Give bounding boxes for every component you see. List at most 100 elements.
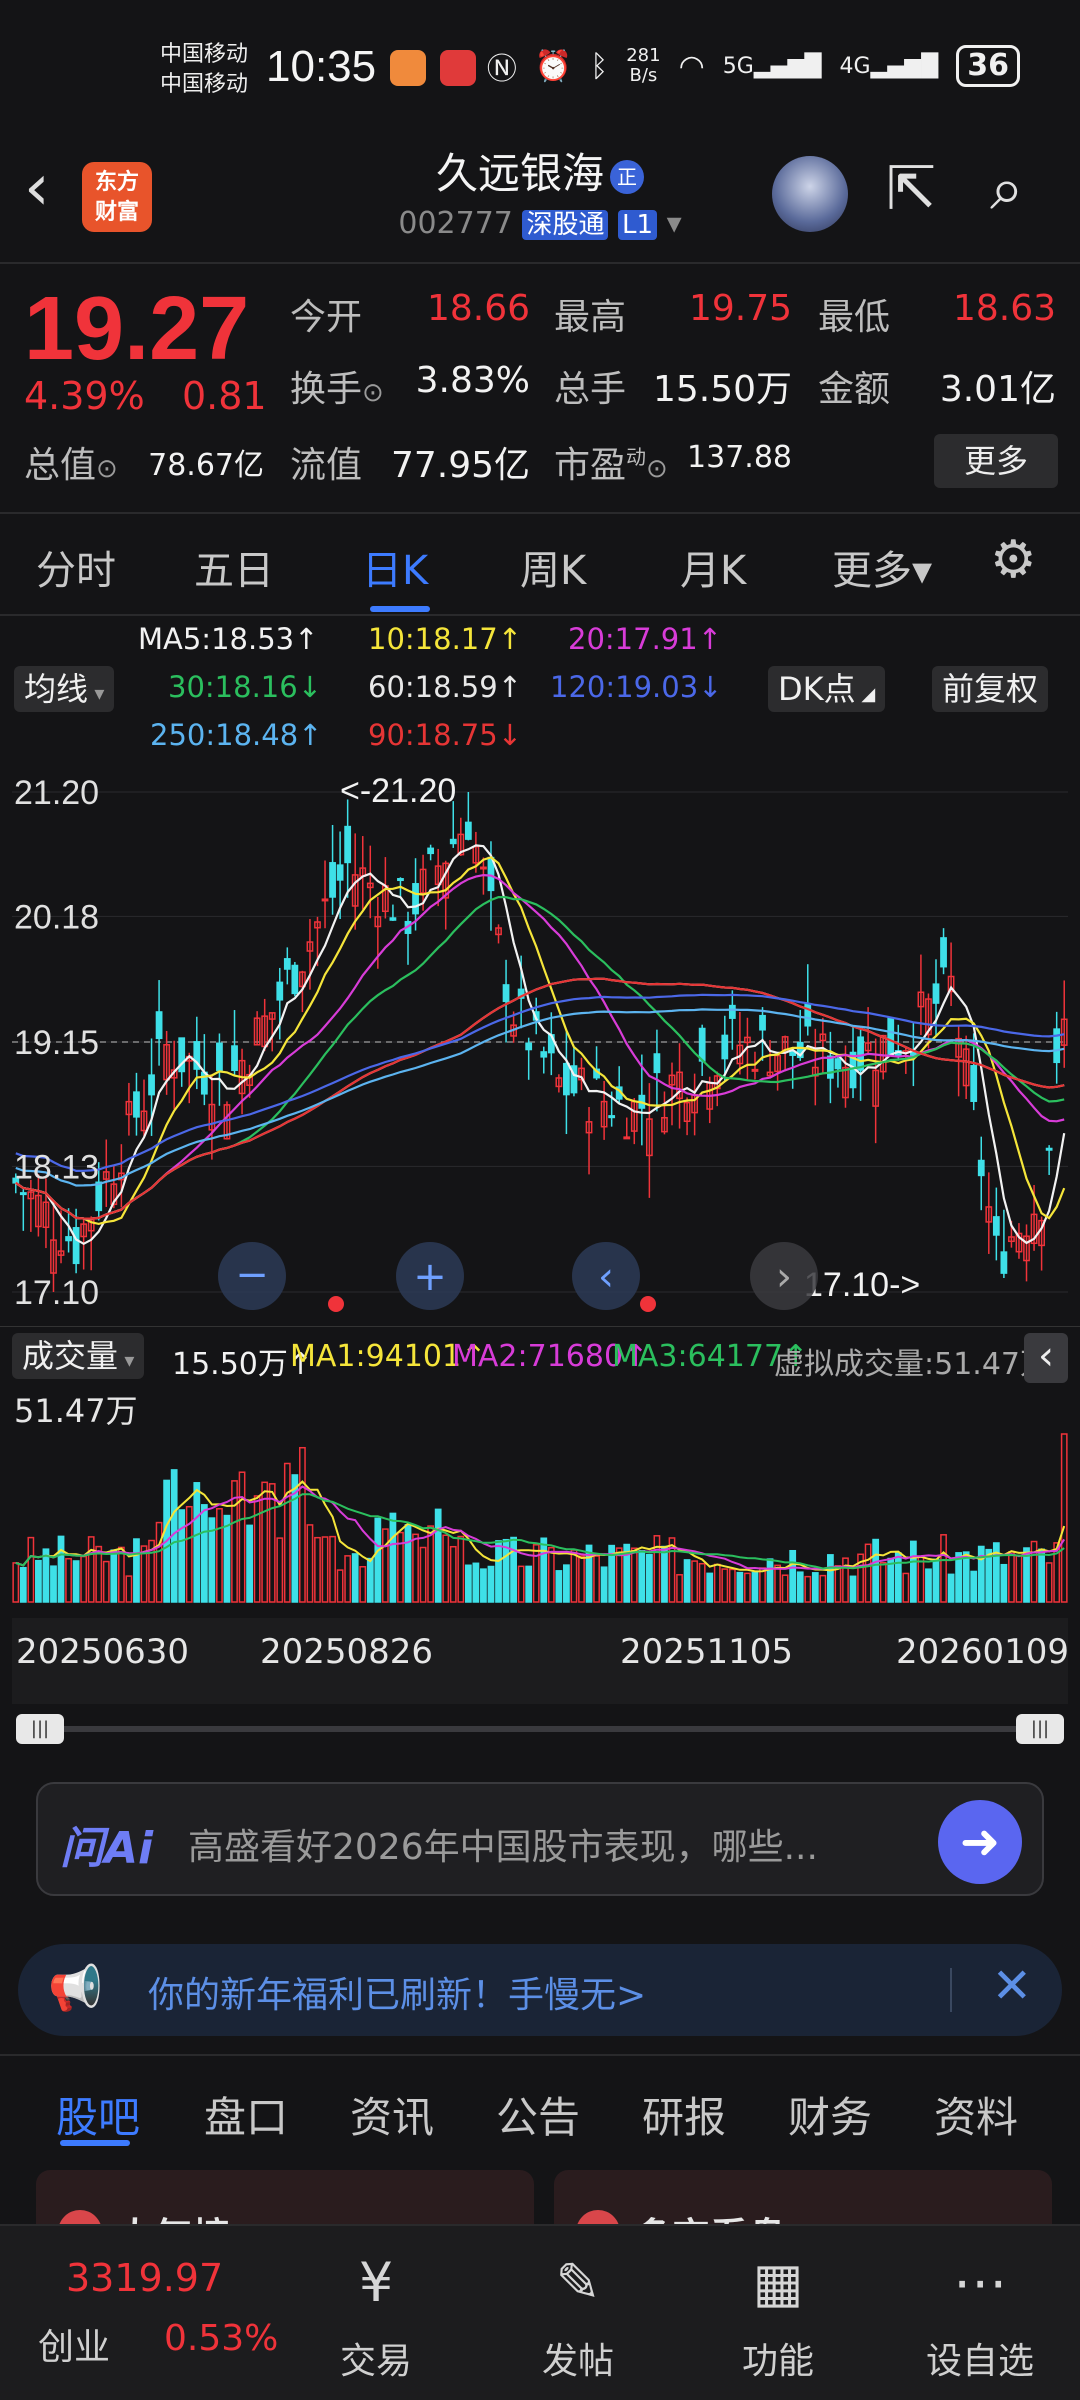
amount-label: 金额 — [818, 369, 891, 410]
candle-body — [751, 1068, 759, 1072]
open-label: 今开 — [290, 297, 363, 338]
collapse-panel-button[interactable]: ‹ — [1024, 1333, 1068, 1383]
tab-weekly-k[interactable]: 周K — [520, 538, 586, 596]
candle-body — [857, 1036, 864, 1071]
index-value[interactable]: 3319.97 — [66, 2256, 223, 2300]
close-icon[interactable]: ✕ — [992, 1958, 1032, 2014]
index-change[interactable]: 0.53% — [164, 2318, 278, 2359]
volume-bar — [125, 1575, 133, 1603]
volume-select[interactable]: 成交量 ▾ — [12, 1333, 145, 1379]
volume-bar — [276, 1537, 284, 1603]
index-name[interactable]: 创业 — [38, 2318, 110, 2370]
pe-label: 市盈动⊙ — [554, 445, 668, 486]
promo-banner[interactable]: 📢 你的新年福利已刷新！手慢无> ✕ — [18, 1944, 1062, 2036]
status-bar: 中国移动 中国移动 10:35 Ⓝ ⏰ ᛒ 281 B/s ◠ 5G▂▄▆█ 4G… — [0, 0, 1080, 140]
ai-prompt-text[interactable]: 高盛看好2026年中国股市表现，哪些... — [188, 1818, 818, 1870]
market-tag: 深股通 — [522, 210, 609, 240]
share-icon[interactable]: ⇱ — [886, 154, 936, 224]
volume-bar — [917, 1556, 925, 1603]
nav-functions[interactable]: ▦ 功能 — [708, 2248, 848, 2384]
volume-bar — [600, 1566, 608, 1603]
volume-bar — [902, 1572, 910, 1603]
tab-intraday[interactable]: 分时 — [36, 538, 116, 596]
ai-ask-box[interactable]: 问Ai 高盛看好2026年中国股市表现，哪些... ➜ — [36, 1782, 1044, 1896]
date-label: 20250630 — [16, 1632, 190, 1672]
popularity-card[interactable]: 人气榜 — [36, 2170, 534, 2230]
wifi-icon: ◠ — [678, 48, 705, 84]
tab-five-day[interactable]: 五日 — [194, 538, 274, 596]
settings-gear-icon[interactable]: ⚙ — [990, 530, 1037, 590]
nav-trade[interactable]: ¥ 交易 — [306, 2248, 446, 2384]
candle-body — [977, 1159, 985, 1177]
dk-point-toggle[interactable]: DK点 ◢ — [768, 666, 886, 712]
volume-bar — [359, 1565, 367, 1603]
volume-bar — [110, 1549, 118, 1603]
current-price: 19.27 — [24, 279, 250, 379]
battery-icon: 36 — [956, 45, 1020, 87]
period-tabs: 分时 五日 日K 周K 月K 更多▾ ⚙ — [0, 512, 1080, 616]
nav-add-watchlist[interactable]: ⋯ 设自选 — [910, 2248, 1050, 2384]
bull-bear-card[interactable]: 多空看盘 — [554, 2170, 1052, 2230]
candle-body — [344, 825, 352, 864]
volume-bar — [117, 1546, 125, 1603]
volume-bar — [962, 1551, 970, 1603]
chevron-right-icon: › — [776, 1254, 792, 1300]
volume-bar — [834, 1565, 842, 1603]
volume-bar — [472, 1562, 480, 1603]
tab-finance[interactable]: 财务 — [788, 2084, 872, 2145]
info-icon: ⊙ — [646, 454, 668, 484]
amount-value: 3.01亿 — [939, 369, 1056, 410]
volume-label: 总手 — [554, 369, 627, 410]
active-tab-underline — [370, 606, 430, 612]
nav-post[interactable]: ✎ 发帖 — [508, 2248, 648, 2384]
nav-label: 交易 — [339, 2341, 412, 2382]
volume-indicator-bar: 成交量 ▾ 15.50万↑ MA1:94101↑ MA2:71680↑ MA3:… — [0, 1326, 1080, 1388]
tab-orderbook[interactable]: 盘口 — [204, 2084, 288, 2145]
more-button[interactable]: 更多 — [934, 434, 1058, 488]
volume-bar — [547, 1546, 555, 1603]
volume-bar — [306, 1524, 314, 1603]
scroller-left-handle[interactable]: ||| — [16, 1714, 64, 1744]
high-label: 最高 — [554, 297, 627, 338]
ma30-value: 30:18.16↓ — [168, 670, 322, 704]
candlestick-chart[interactable]: 21.20 20.18 19.15 18.13 17.10 <-21.20 17.10-… — [12, 762, 1068, 1322]
megaphone-icon: 📢 — [48, 1963, 103, 2014]
tab-news[interactable]: 资讯 — [350, 2084, 434, 2145]
tab-guba[interactable]: 股吧 — [56, 2084, 140, 2145]
volume-bar — [442, 1534, 450, 1603]
nfc-icon: Ⓝ — [486, 52, 517, 87]
volume-bar — [502, 1538, 510, 1603]
search-icon[interactable]: ⌕ — [990, 154, 1024, 224]
signal-4g: 4G▂▄▆█ — [839, 53, 939, 79]
volume-chart[interactable]: 51.47万 — [12, 1388, 1068, 1618]
volume-bar — [42, 1548, 50, 1603]
avg-line-select[interactable]: 均线 ▾ — [14, 666, 115, 712]
bottom-nav: 3319.97 创业 0.53% ¥ 交易 ✎ 发帖 ▦ 功能 ⋯ 设自选 — [0, 2224, 1080, 2400]
tab-more[interactable]: 更多▾ — [832, 538, 932, 596]
ai-send-button[interactable]: ➜ — [938, 1800, 1022, 1884]
volume-bar — [1000, 1563, 1008, 1603]
assistant-robot-icon[interactable] — [772, 156, 848, 232]
volume-bar — [35, 1559, 42, 1603]
volume-bar — [246, 1524, 253, 1603]
nav-label: 设自选 — [925, 2341, 1034, 2382]
tab-daily-k[interactable]: 日K — [362, 538, 428, 596]
scroller-right-handle[interactable]: ||| — [1016, 1714, 1064, 1744]
tab-research[interactable]: 研报 — [642, 2084, 726, 2145]
volume-bar — [1015, 1554, 1023, 1603]
y-tick-label: 21.20 — [14, 774, 99, 812]
volume-bar — [970, 1570, 978, 1603]
tab-monthly-k[interactable]: 月K — [680, 538, 746, 596]
volume-bar — [879, 1561, 887, 1603]
candle-body — [834, 1058, 842, 1070]
candle-body — [1000, 1251, 1008, 1274]
ma20-value: 20:17.91↑ — [568, 622, 722, 656]
tab-profile[interactable]: 资料 — [934, 2084, 1018, 2145]
adjust-select[interactable]: 前复权 — [932, 666, 1049, 712]
volume-bar — [80, 1555, 88, 1603]
chart-range-scroller[interactable]: ||| ||| — [12, 1712, 1068, 1746]
date-label: 20250826 — [260, 1632, 434, 1672]
banner-text[interactable]: 你的新年福利已刷新！手慢无> — [148, 1966, 646, 2018]
tab-announcements[interactable]: 公告 — [496, 2084, 580, 2145]
volume-bar — [728, 1568, 736, 1603]
